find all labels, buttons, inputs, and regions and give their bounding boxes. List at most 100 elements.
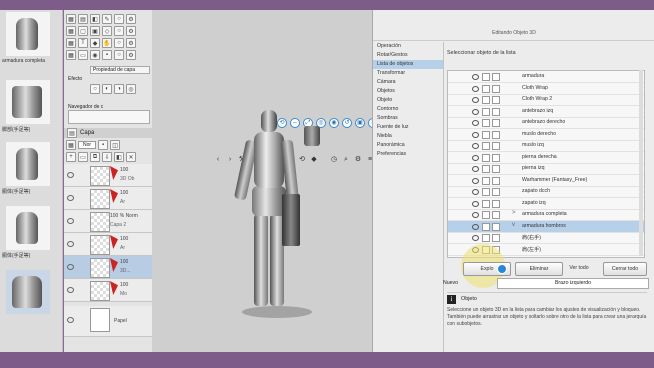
eye-icon[interactable] (67, 287, 74, 293)
lock-checkbox[interactable] (482, 222, 490, 231)
eye-icon[interactable] (472, 212, 479, 218)
layer-icon[interactable]: ▤ (67, 128, 77, 138)
eye-icon[interactable] (472, 85, 479, 92)
lock-checkbox[interactable] (482, 165, 490, 173)
visibility-checkbox[interactable] (492, 165, 500, 173)
layer-icon[interactable]: ▤ (78, 14, 88, 24)
visibility-checkbox[interactable] (492, 130, 500, 139)
category-item[interactable]: Cámara (373, 78, 443, 87)
eye-icon[interactable]: ◉ (90, 50, 100, 60)
warhammer-object[interactable] (282, 194, 300, 246)
mask-icon[interactable]: ◧ (90, 14, 100, 24)
lock-checkbox[interactable] (482, 73, 490, 81)
blend-mode-select[interactable]: Nor (78, 141, 97, 149)
eye-icon[interactable] (67, 195, 74, 201)
grid-icon[interactable]: ▦ (66, 50, 76, 60)
select-icon[interactable]: ▢ (78, 26, 88, 36)
eye-icon[interactable] (472, 189, 479, 195)
grid-icon[interactable]: ▦ (66, 38, 76, 48)
category-item[interactable]: Objetos (373, 87, 443, 96)
layer-row[interactable]: Papel (64, 306, 152, 337)
lock-checkbox[interactable] (482, 234, 490, 242)
visibility-checkbox[interactable] (492, 188, 500, 196)
eye-icon[interactable] (472, 120, 479, 126)
effect-icon[interactable]: ◐ (102, 84, 112, 94)
gear-icon[interactable]: ⚙ (126, 26, 136, 36)
category-item[interactable]: Operación (373, 42, 443, 51)
eye-icon[interactable] (472, 97, 479, 103)
merge-icon[interactable]: ⇩ (102, 152, 112, 162)
layer-row[interactable]: 100 Ar (64, 233, 152, 256)
category-item[interactable]: Panorámica (373, 141, 443, 150)
material-item[interactable]: 胴体(手足等) (2, 142, 58, 195)
layer-row[interactable]: 100 Mo (64, 279, 152, 302)
visibility-checkbox[interactable] (492, 84, 500, 93)
category-item[interactable]: Preferencias (373, 150, 443, 159)
canvas-area[interactable]: ✥ ⟲ ⇔ ⤢ ◎ ◉ ↺ ▣ ≡ ‹ › ⚒ ▣ ⟲ ◆ ◷ ⌕ ⚙ ≡ (152, 10, 378, 352)
hand-icon[interactable]: ✋ (102, 38, 112, 48)
eye-icon[interactable] (472, 154, 479, 161)
pose-icon[interactable]: ◆ (310, 156, 318, 164)
armor-part-preview[interactable] (304, 126, 320, 146)
figure-icon[interactable]: ◆ (90, 38, 100, 48)
lock-icon[interactable]: ▪ (98, 140, 109, 150)
chevron-left-icon[interactable]: ‹ (214, 156, 222, 164)
object-row[interactable]: antebrazo izq (448, 106, 644, 118)
text-icon[interactable]: T (78, 38, 88, 48)
object-row[interactable]: > armadura completa (448, 209, 644, 221)
expand-arrow-icon[interactable]: > (512, 210, 516, 216)
reset-icon[interactable]: ↺ (342, 118, 352, 128)
eye-icon[interactable] (67, 218, 74, 224)
circle-icon[interactable]: ○ (114, 38, 124, 48)
eye-icon[interactable] (472, 223, 479, 230)
eye-icon[interactable] (67, 241, 74, 247)
effect-icon[interactable]: ◎ (126, 84, 136, 94)
fit-icon[interactable]: ▣ (355, 118, 365, 128)
visibility-checkbox[interactable] (492, 234, 500, 242)
lock-checkbox[interactable] (482, 96, 490, 104)
new-layer-icon[interactable]: + (66, 152, 76, 162)
visibility-checkbox[interactable] (492, 211, 500, 219)
gear-icon[interactable]: ⚙ (126, 50, 136, 60)
category-item[interactable]: Transformar (373, 69, 443, 78)
brush-icon[interactable]: ✎ (102, 14, 112, 24)
material-item[interactable]: 胴体(手足等) (2, 206, 58, 259)
circle-icon[interactable]: ○ (114, 26, 124, 36)
category-item-selected[interactable]: Lista de objetos (373, 60, 443, 69)
category-item[interactable]: Rotar/Gestos (373, 51, 443, 60)
visibility-checkbox[interactable] (492, 142, 500, 150)
object-row[interactable]: armadura (448, 71, 644, 83)
layer-row[interactable]: 100 3D Ob (64, 164, 152, 187)
material-item[interactable]: 脚部(手足等) (2, 80, 58, 133)
eye-icon[interactable] (67, 264, 74, 270)
lock-checkbox[interactable] (482, 142, 490, 150)
visibility-checkbox[interactable] (492, 153, 500, 162)
object-list-scrollbar[interactable] (639, 70, 643, 256)
lock-icon[interactable]: ▪ (102, 50, 112, 60)
chevron-right-icon[interactable]: › (226, 156, 234, 164)
category-item[interactable]: Contorno (373, 105, 443, 114)
grid-icon[interactable]: ▦ (66, 140, 76, 150)
object-row[interactable]: 肩(右手) (448, 232, 644, 244)
settings-icon[interactable]: ⚙ (354, 156, 362, 164)
search-icon[interactable]: ⌕ (342, 156, 350, 164)
material-item[interactable] (2, 270, 58, 314)
visibility-checkbox[interactable] (492, 107, 500, 116)
close-all-button[interactable]: Cerrar todo (603, 262, 647, 276)
circle-icon[interactable]: ○ (114, 50, 124, 60)
eye-icon[interactable] (472, 108, 479, 115)
visibility-checkbox[interactable] (492, 199, 500, 208)
delete-button[interactable]: Eliminar (515, 262, 563, 276)
folder-icon[interactable]: ▭ (78, 152, 88, 162)
grid-icon[interactable]: ▦ (66, 26, 76, 36)
layer-row[interactable]: 100 3D... (64, 256, 152, 279)
visibility-checkbox[interactable] (492, 176, 500, 185)
gear-icon[interactable]: ⚙ (126, 38, 136, 48)
material-item[interactable]: armadura completa (2, 12, 58, 64)
lock-checkbox[interactable] (482, 107, 490, 116)
circle-icon[interactable]: ○ (114, 14, 124, 24)
category-item[interactable]: Objeto (373, 96, 443, 105)
clip-icon[interactable]: ◫ (110, 140, 121, 150)
lock-checkbox[interactable] (482, 153, 490, 162)
expand-arrow-icon[interactable]: v (512, 222, 515, 228)
